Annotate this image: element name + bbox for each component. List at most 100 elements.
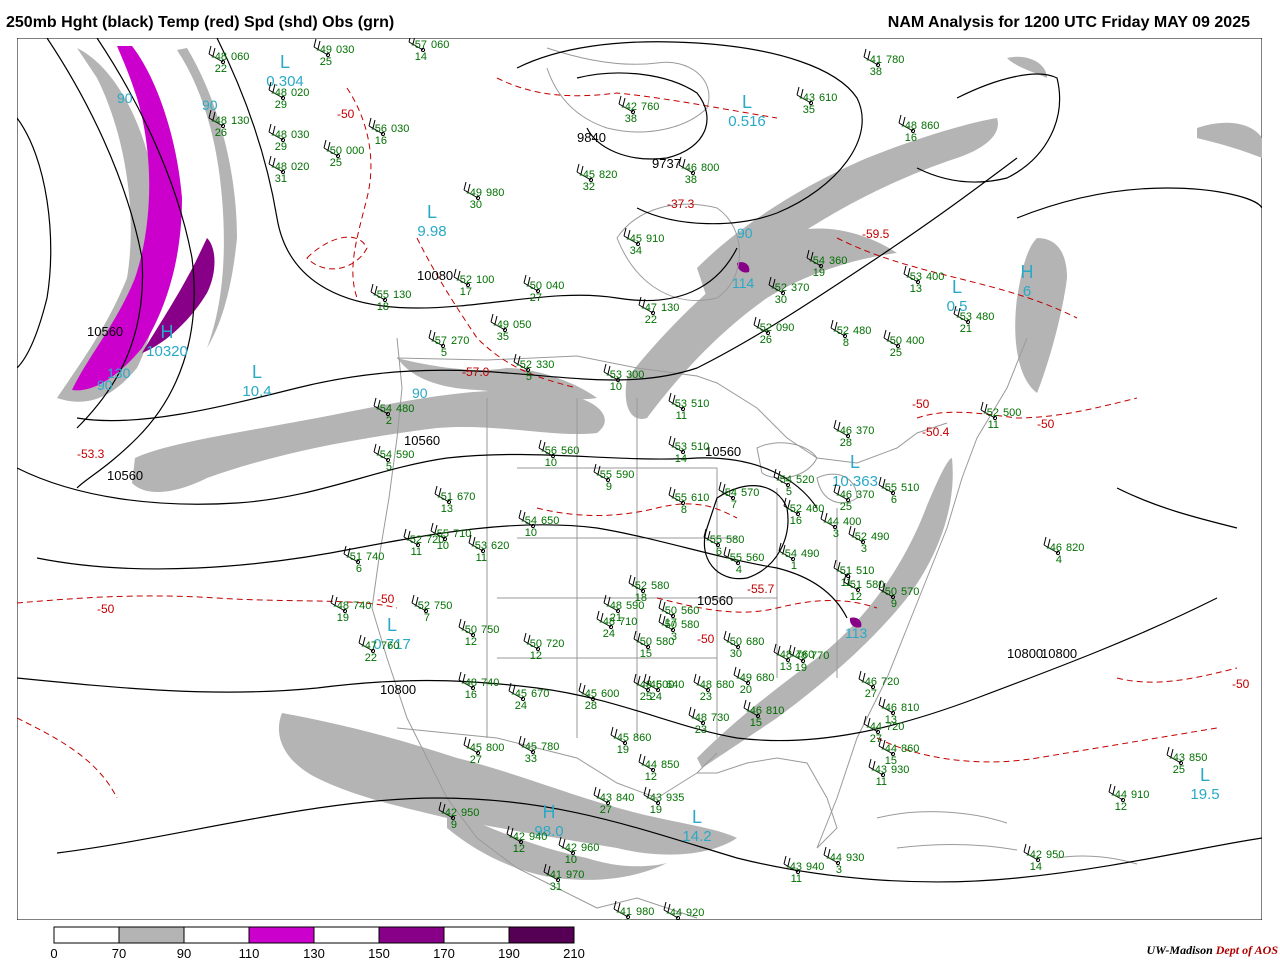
obs-height: 610	[691, 492, 709, 504]
obs-temperature: -50	[726, 636, 742, 648]
obs-height: 750	[434, 600, 452, 612]
obs-temperature: -54	[809, 255, 825, 267]
legend-bin	[378, 926, 445, 944]
obs-temperature: -52	[631, 580, 647, 592]
obs-dewpoint-depression: 27	[470, 754, 482, 766]
obs-height: 590	[396, 449, 414, 461]
obs-temperature: -48	[691, 712, 707, 724]
obs-height: 030	[391, 123, 409, 135]
obs-temperature: -53	[671, 441, 687, 453]
obs-dewpoint-depression: 30	[775, 294, 787, 306]
obs-temperature: -47	[641, 302, 657, 314]
speed-label: 113	[845, 625, 868, 641]
obs-dewpoint-depression: 29	[275, 141, 287, 153]
obs-height: 710	[619, 616, 637, 628]
obs-temperature: -48	[271, 87, 287, 99]
temperature-label: -57.0	[462, 365, 490, 379]
obs-height: 680	[756, 672, 774, 684]
obs-height: 935	[666, 792, 684, 804]
height-label: 10560	[705, 444, 741, 459]
obs-temperature: -48	[211, 51, 227, 63]
obs-dewpoint-depression: 14	[1030, 861, 1042, 873]
obs-temperature: -51	[437, 491, 453, 503]
obs-height: 740	[481, 677, 499, 689]
obs-temperature: -54	[721, 487, 737, 499]
obs-height: 740	[353, 600, 371, 612]
obs-dewpoint-depression: 25	[330, 157, 342, 169]
obs-dewpoint-depression: 11	[676, 410, 687, 422]
obs-temperature: -45	[521, 741, 537, 753]
obs-dewpoint-depression: 6	[356, 563, 362, 575]
obs-temperature: -55	[881, 482, 897, 494]
height-label: 10560	[107, 468, 143, 483]
obs-dewpoint-depression: 17	[460, 286, 472, 298]
obs-temperature: -43	[646, 792, 662, 804]
obs-temperature: -42	[1026, 849, 1042, 861]
obs-dewpoint-depression: 16	[465, 689, 477, 701]
obs-dewpoint-depression: 5	[526, 371, 532, 383]
obs-height: 810	[766, 705, 784, 717]
obs-height: 910	[1131, 789, 1149, 801]
obs-temperature: -46	[836, 425, 852, 437]
obs-height: 400	[843, 516, 861, 528]
obs-height: 560	[681, 605, 699, 617]
obs-temperature: -43	[799, 92, 815, 104]
obs-temperature: -45	[613, 732, 629, 744]
obs-dewpoint-depression: 2	[386, 415, 392, 427]
obs-height: 650	[541, 515, 559, 527]
speed-label: 130	[107, 365, 131, 381]
legend-tick-label: 210	[563, 946, 585, 960]
obs-temperature: -51	[346, 551, 362, 563]
obs-temperature: -48	[271, 161, 287, 173]
legend-bin	[53, 926, 120, 944]
obs-temperature: -53	[471, 540, 487, 552]
obs-height: 930	[846, 852, 864, 864]
obs-temperature: -57	[431, 335, 447, 347]
obs-dewpoint-depression: 8	[681, 504, 687, 516]
obs-temperature: -48	[271, 129, 287, 141]
pressure-center-letter: L	[692, 807, 702, 827]
obs-height: 400	[906, 335, 924, 347]
obs-height: 600	[601, 688, 619, 700]
obs-dewpoint-depression: 29	[275, 99, 287, 111]
pressure-center-letter: L	[952, 277, 962, 297]
obs-height: 980	[636, 906, 654, 918]
legend-bin	[183, 926, 250, 944]
obs-temperature: -44	[881, 743, 897, 755]
obs-temperature: -52	[771, 282, 787, 294]
height-label: 10560	[87, 324, 123, 339]
obs-dewpoint-depression: 3	[861, 543, 867, 555]
obs-height: 040	[546, 280, 564, 292]
obs-height: 590	[626, 600, 644, 612]
obs-height: 000	[346, 145, 364, 157]
obs-temperature: -52	[756, 322, 772, 334]
obs-temperature: -52	[786, 503, 802, 515]
obs-temperature: -46	[746, 705, 762, 717]
obs-dewpoint-depression: 7	[424, 612, 430, 624]
legend-tick-label: 0	[50, 946, 57, 960]
obs-height: 510	[901, 482, 919, 494]
obs-temperature: -51	[836, 565, 852, 577]
obs-temperature: -53	[606, 369, 622, 381]
obs-temperature: -56	[371, 123, 387, 135]
obs-dewpoint-depression: 19	[337, 612, 349, 624]
obs-dewpoint-depression: 15	[640, 648, 652, 660]
obs-temperature: -45	[466, 742, 482, 754]
obs-dewpoint-depression: 13	[441, 503, 453, 515]
obs-temperature: -50	[526, 280, 542, 292]
obs-height: 480	[396, 403, 414, 415]
pressure-center-letter: L	[850, 452, 860, 472]
analysis-time: NAM Analysis for 1200 UTC Friday MAY 09 …	[887, 14, 1250, 31]
temperature-label: -37.3	[667, 197, 695, 211]
obs-height: 910	[646, 233, 664, 245]
obs-temperature: -50	[661, 605, 677, 617]
obs-height: 860	[901, 743, 919, 755]
temperature-label: -55.7	[747, 582, 775, 596]
obs-temperature: -45	[579, 169, 595, 181]
obs-height: 270	[451, 335, 469, 347]
obs-dewpoint-depression: 26	[760, 334, 772, 346]
obs-temperature: -50	[661, 619, 677, 631]
obs-height: 580	[651, 580, 669, 592]
obs-height: 060	[431, 39, 449, 51]
obs-temperature: -55	[373, 289, 389, 301]
